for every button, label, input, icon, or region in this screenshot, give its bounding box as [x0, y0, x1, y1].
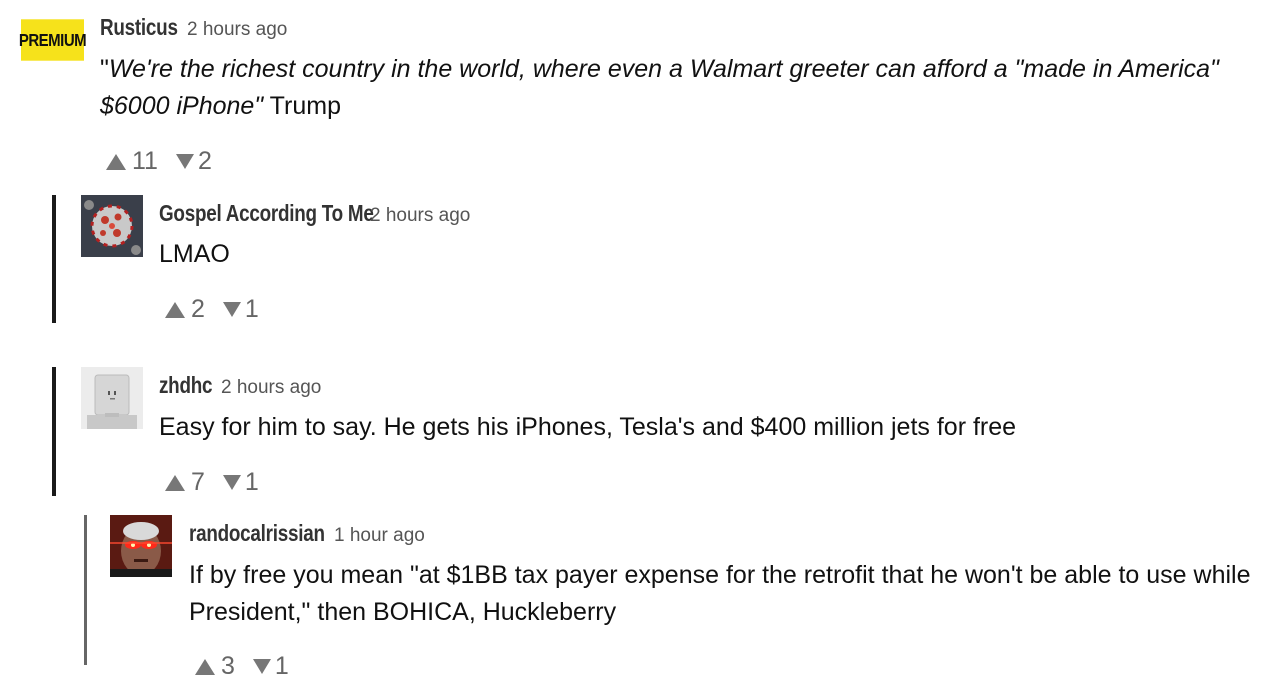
comment-body: Easy for him to say. He gets his iPhones… — [159, 413, 1017, 441]
upvote-icon — [165, 474, 185, 491]
upvote-button[interactable]: 11 — [106, 147, 158, 176]
downvote-count: 1 — [244, 295, 259, 323]
downvote-count: 1 — [244, 468, 259, 496]
upvote-count: 3 — [221, 652, 235, 680]
vote-controls: 2 1 — [165, 295, 259, 324]
robot-avatar[interactable] — [81, 367, 143, 429]
comment-body-quote: " — [100, 55, 109, 83]
downvote-button[interactable]: 1 — [222, 468, 259, 497]
upvote-button[interactable]: 2 — [165, 295, 205, 324]
comment-gospel: Gospel According To Me 2 hours ago LMAO … — [0, 190, 1280, 330]
upvote-count: 7 — [191, 468, 205, 496]
virus-avatar[interactable] — [81, 195, 143, 257]
downvote-icon — [252, 659, 271, 674]
virus-avatar-image — [81, 195, 143, 257]
upvote-icon — [195, 658, 215, 675]
upvote-icon — [106, 153, 126, 170]
username[interactable]: Gospel According To Me — [159, 200, 374, 227]
timestamp[interactable]: 2 hours ago — [221, 377, 321, 399]
timestamp[interactable]: 2 hours ago — [370, 205, 470, 227]
username[interactable]: randocalrissian — [189, 520, 325, 547]
comment-body: "We're the richest country in the world,… — [100, 51, 1219, 125]
comment-header: randocalrissian 1 hour ago — [189, 520, 425, 547]
upvote-button[interactable]: 3 — [195, 652, 235, 681]
downvote-count: 2 — [197, 147, 212, 175]
timestamp[interactable]: 2 hours ago — [187, 19, 287, 41]
downvote-icon — [175, 154, 194, 169]
upvote-button[interactable]: 7 — [165, 468, 205, 497]
username[interactable]: Rusticus — [100, 14, 178, 41]
timestamp[interactable]: 1 hour ago — [334, 525, 425, 547]
comment-body: LMAO — [159, 240, 230, 268]
downvote-button[interactable]: 2 — [175, 147, 212, 176]
comment-body-line2: President," then BOHICA, Huckleberry — [189, 598, 617, 626]
premium-badge: PREMIUM — [19, 19, 87, 61]
comment-header: Gospel According To Me 2 hours ago — [159, 200, 470, 227]
comment-body-italic: We're the richest country in the world, … — [108, 55, 1219, 83]
downvote-count: 1 — [274, 652, 289, 680]
robot-avatar-image — [81, 367, 143, 429]
vote-controls: 3 1 — [195, 652, 289, 681]
laser-eyes-avatar[interactable] — [110, 515, 172, 577]
upvote-count: 2 — [191, 295, 205, 323]
comment-body-italic-line2: $6000 iPhone" — [100, 92, 264, 120]
vote-controls: 11 2 — [106, 147, 212, 176]
comment-zhdhc: zhdhc 2 hours ago Easy for him to say. H… — [0, 362, 1280, 502]
comment-body-tail: Trump — [263, 92, 341, 120]
comment-body: If by free you mean "at $1BB tax payer e… — [189, 557, 1251, 631]
upvote-count: 11 — [132, 147, 158, 175]
upvote-icon — [165, 301, 185, 318]
laser-eyes-avatar-image — [110, 515, 172, 577]
comment-rusticus: PREMIUM Rusticus 2 hours ago "We're the … — [0, 0, 1280, 185]
downvote-icon — [222, 475, 241, 490]
comment-header: Rusticus 2 hours ago — [100, 14, 287, 41]
comment-body-line1: If by free you mean "at $1BB tax payer e… — [189, 561, 1251, 589]
username[interactable]: zhdhc — [159, 372, 213, 399]
downvote-icon — [222, 302, 241, 317]
downvote-button[interactable]: 1 — [252, 652, 289, 681]
comment-header: zhdhc 2 hours ago — [159, 372, 321, 399]
vote-controls: 7 1 — [165, 468, 259, 497]
downvote-button[interactable]: 1 — [222, 295, 259, 324]
comment-randocalrissian: randocalrissian 1 hour ago If by free yo… — [0, 510, 1280, 680]
